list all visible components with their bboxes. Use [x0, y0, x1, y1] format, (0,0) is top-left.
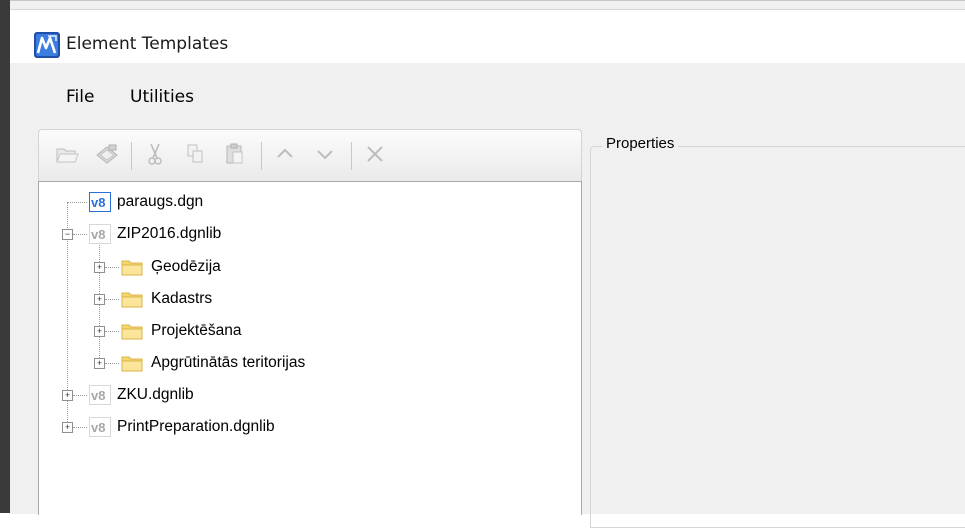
delete-button[interactable]	[359, 138, 391, 170]
cut-button[interactable]	[139, 138, 171, 170]
tree-node-label: Kadastrs	[151, 290, 213, 307]
menu-file[interactable]: File	[66, 87, 94, 107]
dgn-file-icon: v8	[89, 192, 111, 212]
expand-toggle[interactable]: +	[94, 262, 105, 273]
folder-icon	[121, 324, 143, 340]
title-bar[interactable]: Element Templates	[10, 9, 965, 64]
window-frame-edge	[0, 0, 10, 513]
expand-toggle[interactable]: +	[62, 390, 73, 401]
svg-text:v8: v8	[91, 195, 105, 210]
open-folder-icon	[56, 148, 79, 163]
tree-node-apgrutinatas[interactable]: Apgrūtinātās teritorijas	[121, 350, 305, 376]
expand-toggle[interactable]: +	[94, 358, 105, 369]
dgnlib-file-icon: v8	[89, 224, 111, 244]
svg-text:v8: v8	[91, 388, 105, 403]
element-templates-window: Element Templates File Utilities v8 para…	[10, 0, 965, 528]
paste-button[interactable]	[219, 138, 251, 170]
svg-text:v8: v8	[91, 420, 105, 435]
move-up-icon	[277, 148, 293, 158]
tree-connector	[73, 395, 87, 396]
paste-icon	[226, 143, 243, 164]
templates-toolbar	[38, 129, 582, 182]
copy-button[interactable]	[179, 138, 211, 170]
folder-icon	[121, 260, 143, 276]
toolbar-separator	[131, 142, 132, 170]
tree-node-kadastrs[interactable]: Kadastrs	[121, 286, 212, 312]
tree-node-label: PrintPreparation.dgnlib	[117, 418, 275, 435]
move-down-button[interactable]	[309, 138, 341, 170]
move-down-icon	[317, 150, 333, 160]
open-folder-button[interactable]	[51, 138, 83, 170]
properties-legend: Properties	[602, 135, 679, 152]
tree-connector	[73, 234, 87, 235]
window-title: Element Templates	[66, 34, 229, 54]
menu-bar: File Utilities	[10, 63, 965, 129]
microstation-app-icon	[34, 32, 60, 58]
tree-node-label: ZKU.dgnlib	[117, 386, 194, 403]
folder-icon	[121, 356, 143, 372]
cut-icon	[148, 143, 162, 165]
tree-node-label: Projektēšana	[151, 322, 242, 339]
tree-node-label: ZIP2016.dgnlib	[117, 225, 222, 242]
dgnlib-file-icon: v8	[89, 417, 111, 437]
properties-panel: Properties	[578, 129, 965, 528]
svg-text:v8: v8	[91, 227, 105, 242]
tree-node-label: Ģeodēzija	[151, 258, 221, 275]
toolbar-separator	[351, 142, 352, 170]
tree-connector	[73, 427, 87, 428]
menu-utilities[interactable]: Utilities	[130, 87, 194, 107]
tree-connector	[105, 299, 119, 300]
move-up-button[interactable]	[269, 138, 301, 170]
expand-toggle[interactable]: +	[94, 294, 105, 305]
collapse-toggle[interactable]: −	[62, 229, 73, 240]
tree-node-paraugs[interactable]: v8 paraugs.dgn	[89, 189, 203, 215]
properties-groupbox	[590, 146, 965, 528]
tree-connector	[105, 331, 119, 332]
dgnlib-file-icon: v8	[89, 385, 111, 405]
tree-node-label: Apgrūtinātās teritorijas	[151, 354, 306, 371]
templates-tree[interactable]: v8 paraugs.dgn − v8 ZIP2016.dgnlib + Ģeo…	[38, 181, 582, 515]
tree-node-geodezija[interactable]: Ģeodēzija	[121, 254, 221, 280]
import-button[interactable]	[91, 138, 123, 170]
toolbar-separator	[261, 142, 262, 170]
tree-connector	[105, 363, 119, 364]
tree-node-label: paraugs.dgn	[117, 193, 204, 210]
tree-connector	[105, 267, 119, 268]
folder-icon	[121, 292, 143, 308]
delete-icon	[367, 146, 383, 162]
tree-node-projektesana[interactable]: Projektēšana	[121, 318, 241, 344]
tree-node-zku[interactable]: v8 ZKU.dgnlib	[89, 382, 194, 408]
tree-node-zip2016[interactable]: v8 ZIP2016.dgnlib	[89, 221, 221, 247]
tree-connector	[67, 202, 87, 203]
expand-toggle[interactable]: +	[94, 326, 105, 337]
tree-node-printpreparation[interactable]: v8 PrintPreparation.dgnlib	[89, 414, 275, 440]
expand-toggle[interactable]: +	[62, 422, 73, 433]
import-icon	[96, 144, 118, 164]
copy-icon	[187, 144, 203, 163]
